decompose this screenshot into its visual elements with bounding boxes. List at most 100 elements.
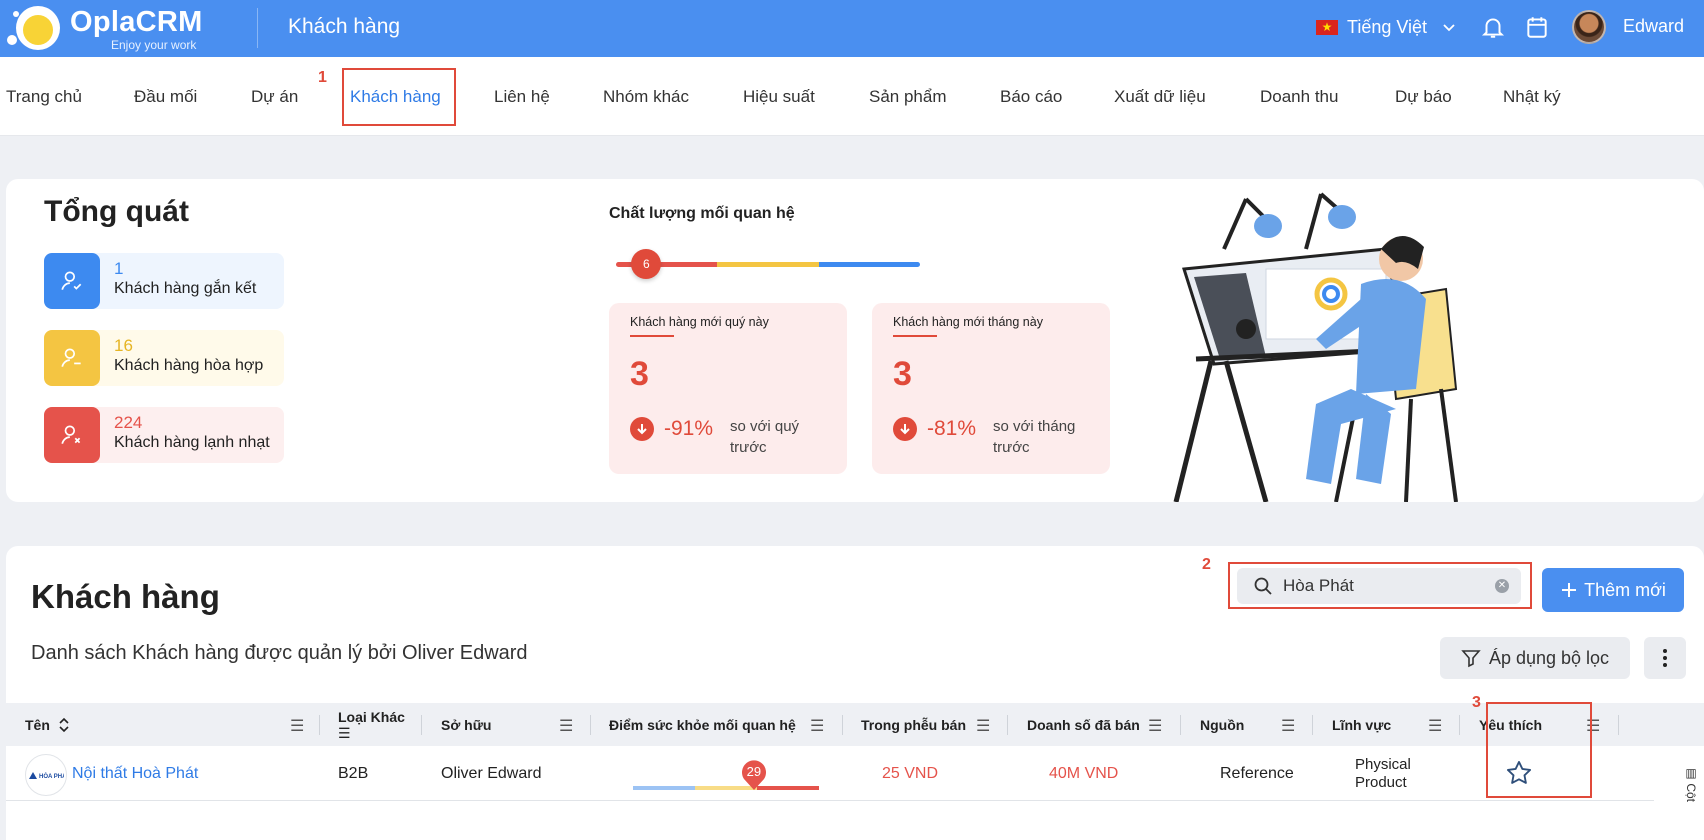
table-row[interactable]: HÒA PHÁT Nội thất Hoà Phát B2B Oliver Ed… [6,746,1654,801]
main-nav: Trang chủ Đầu mối Dự án Khách hàng Liên … [0,57,1704,136]
filter-icon [1461,650,1481,668]
col-sold[interactable]: Doanh số đã bán [1027,703,1140,746]
clear-search-icon[interactable]: ✕ [1495,579,1509,593]
new-customers-quarter-card: Khách hàng mới quý này 3 -91% so với quý… [609,303,847,474]
customer-type: B2B [338,764,369,782]
stat-harmonious: 16 Khách hàng hòa hợp [44,330,284,386]
column-separator [590,715,591,735]
columns-side-label: Cột [1684,783,1698,803]
new-month-label: Khách hàng mới tháng này [893,315,1043,329]
nav-reports[interactable]: Báo cáo [1000,87,1062,107]
col-industry-label: Lĩnh vực [1332,716,1392,733]
col-sold-label: Doanh số đã bán [1027,716,1140,733]
customer-sold: 40M VND [1049,764,1119,782]
column-separator [842,715,843,735]
customer-source: Reference [1220,764,1294,782]
apply-filter-button[interactable]: Áp dụng bộ lọc [1440,637,1630,679]
column-menu-icon[interactable]: ☰ [559,716,573,736]
column-menu-icon[interactable]: ☰ [1428,716,1442,736]
column-separator [421,715,422,735]
customer-industry: Physical Product [1355,755,1411,791]
chevron-down-icon [1443,24,1455,32]
col-industry[interactable]: Lĩnh vực [1332,703,1391,746]
column-menu-icon[interactable]: ☰ [810,716,824,736]
column-menu-icon[interactable]: ☰ [290,716,304,736]
nav-log[interactable]: Nhật ký [1503,87,1561,107]
card-underline [630,335,674,337]
user-check-icon [44,253,100,309]
nav-home[interactable]: Trang chủ [6,87,82,107]
col-health[interactable]: Điểm sức khỏe mối quan hệ [609,703,796,746]
svg-text:HÒA PHÁT: HÒA PHÁT [39,772,64,780]
nav-leads[interactable]: Đầu mối [134,87,197,107]
col-name[interactable]: Tên [25,703,70,746]
user-x-icon [44,407,100,463]
new-month-value: 3 [893,355,912,393]
columns-icon: ▥ [1684,766,1698,784]
top-header: OplaCRM Enjoy your work Khách hàng Tiếng… [0,0,1704,57]
nav-revenue[interactable]: Doanh thu [1260,87,1338,107]
user-avatar[interactable] [1572,10,1606,44]
arrow-down-icon [630,417,654,441]
customers-card: Khách hàng Danh sách Khách hàng được quả… [6,546,1704,840]
col-health-label: Điểm sức khỏe mối quan hệ [609,716,796,733]
search-field[interactable]: ✕ [1237,568,1521,604]
relationship-quality-title: Chất lượng mối quan hệ [609,205,795,222]
nav-export[interactable]: Xuất dữ liệu [1114,87,1206,107]
customer-name-link[interactable]: Nội thất Hoà Phát [72,746,198,801]
user-name[interactable]: Edward [1623,16,1684,37]
col-owner-label: Sở hữu [441,716,492,733]
nav-contacts[interactable]: Liên hệ [494,87,550,107]
overview-title: Tổng quát [44,195,189,228]
relationship-quality-bar [616,262,920,267]
sort-icon[interactable] [58,717,70,733]
opla-logo [7,6,60,50]
add-new-button[interactable]: Thêm mới [1542,568,1684,612]
nav-products[interactable]: Sản phẩm [869,87,947,107]
table-header: Tên ☰ Loại Khác ☰ Sở hữu ☰ Điểm sức khỏe … [6,703,1704,746]
column-separator [1007,715,1008,735]
brand-tagline: Enjoy your work [111,38,197,52]
bell-icon[interactable] [1480,14,1506,40]
step-marker-3: 3 [1472,694,1481,711]
step-marker-2: 2 [1202,556,1211,573]
customers-subtitle: Danh sách Khách hàng được quản lý bởi Ol… [31,642,528,664]
column-menu-icon[interactable]: ☰ [1148,716,1162,736]
calendar-icon[interactable] [1524,14,1550,40]
col-pipeline[interactable]: Trong phễu bán [861,703,966,746]
search-input[interactable] [1283,572,1483,600]
nav-other-groups[interactable]: Nhóm khác [603,87,689,107]
col-owner[interactable]: Sở hữu [441,703,491,746]
columns-side-toggle[interactable]: ▥ Cột [1684,766,1698,802]
stat-engaged-label: Khách hàng gắn kết [114,280,257,297]
workspace-illustration [1173,192,1458,502]
customer-logo: HÒA PHÁT [25,754,67,796]
language-selector[interactable]: Tiếng Việt [1316,14,1456,40]
col-source-label: Nguồn [1200,716,1245,733]
col-pipeline-label: Trong phễu bán [861,716,966,733]
column-menu-icon[interactable]: ☰ [1281,716,1295,736]
nav-projects[interactable]: Dự án [251,87,298,107]
highlight-box-search: ✕ [1228,562,1532,609]
health-score-bar [633,786,819,790]
col-type[interactable]: Loại Khác ☰ [338,703,405,746]
customers-title: Khách hàng [31,578,220,615]
customer-pipeline: 25 VND [882,764,939,782]
new-quarter-change: -91% [664,417,714,440]
column-menu-icon[interactable]: ☰ [338,725,351,741]
nav-performance[interactable]: Hiệu suất [743,87,815,107]
add-new-label: Thêm mới [1584,579,1666,600]
col-source[interactable]: Nguồn [1200,703,1244,746]
stat-harmonious-value: 16 [114,336,133,355]
new-quarter-compare: so với quý trước [730,418,800,456]
stat-harmonious-label: Khách hàng hòa hợp [114,357,264,374]
overview-card: Tổng quát 1 Khách hàng gắn kết 16 Khách … [6,179,1704,502]
arrow-down-icon [893,417,917,441]
stat-cold-value: 224 [114,413,143,432]
column-menu-icon[interactable]: ☰ [976,716,990,736]
header-page-title: Khách hàng [288,15,401,38]
stat-engaged-value: 1 [114,259,124,278]
nav-forecast[interactable]: Dự báo [1395,87,1452,107]
apply-filter-label: Áp dụng bộ lọc [1488,647,1610,668]
more-options-button[interactable] [1644,637,1686,679]
